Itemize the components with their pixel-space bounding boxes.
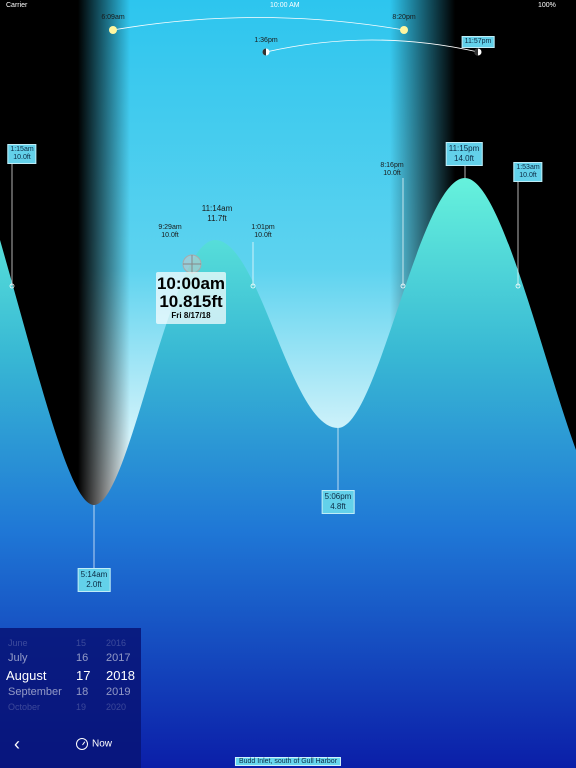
sunrise-label: 6:09am — [101, 14, 125, 21]
picker-row[interactable]: September 18 2019 — [0, 686, 141, 702]
tide-label-mid-1: 1:15am 10.0ft — [7, 144, 37, 164]
sunset-label: 8:20pm — [392, 14, 416, 21]
tide-label-mid-5: 1:53am 10.0ft — [513, 162, 543, 182]
sunrise-icon — [109, 26, 117, 34]
now-label: Now — [92, 738, 113, 750]
chevron-left-icon[interactable]: ‹ — [14, 734, 32, 754]
picker-row[interactable]: July 16 2017 — [0, 652, 141, 668]
tide-label-low-2: 5:06pm 4.8ft — [321, 490, 355, 514]
status-time: 10:00 AM — [270, 2, 300, 9]
now-button[interactable]: Now — [76, 738, 112, 750]
tide-label-mid-3: 1:01pm 10.0ft — [251, 224, 275, 239]
tide-label-mid-4: 8:16pm 10.0ft — [380, 162, 404, 177]
status-bar: Carrier 10:00 AM 100% — [0, 0, 576, 12]
tide-label-mid-2: 9:29am 10.0ft — [158, 224, 182, 239]
current-height: 10.815ft — [159, 292, 223, 311]
moonset-label: 11:57pm — [461, 36, 495, 48]
crosshair-icon[interactable] — [182, 254, 202, 274]
carrier-label: Carrier — [6, 2, 28, 9]
sunset-icon — [400, 26, 408, 34]
current-tide-readout: 10:00am 10.815ft Fri 8/17/18 — [156, 272, 226, 324]
tide-label-high-1: 11:14am 11.7ft — [201, 204, 233, 223]
current-time: 10:00am — [156, 274, 226, 293]
picker-row[interactable]: October 19 2020 — [0, 702, 141, 718]
tide-label-low-1: 5:14am 2.0ft — [77, 568, 111, 592]
clock-icon — [76, 738, 88, 750]
moonrise-label: 1:36pm — [254, 37, 278, 44]
picker-row-selected[interactable]: August 17 2018 — [0, 668, 141, 684]
station-name: Budd Inlet, south of Gull Harbor — [234, 757, 342, 766]
current-date: Fri 8/17/18 — [171, 311, 211, 320]
battery-label: 100% — [538, 2, 556, 9]
tide-label-high-2: 11:15pm 14.0ft — [445, 142, 483, 166]
